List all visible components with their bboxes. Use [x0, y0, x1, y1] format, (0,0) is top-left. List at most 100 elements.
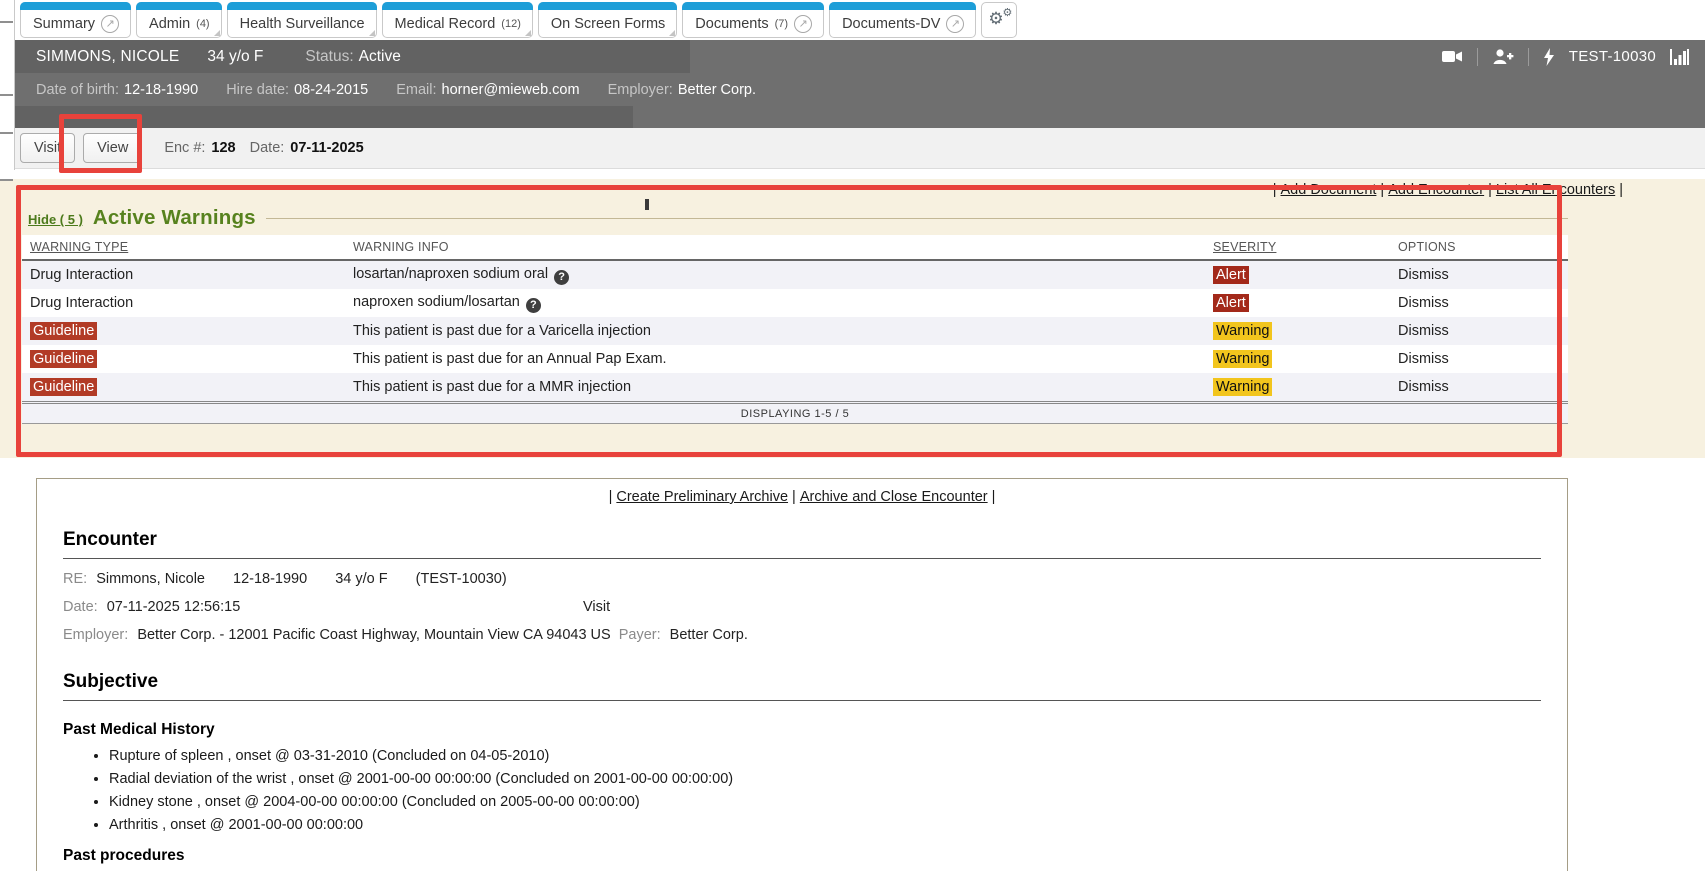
- tab-count-badge: (12): [501, 18, 521, 30]
- tab-label: Documents-DV: [842, 16, 940, 32]
- view-button[interactable]: View: [83, 133, 142, 163]
- dismiss-link[interactable]: Dismiss: [1398, 267, 1449, 283]
- dismiss-link[interactable]: Dismiss: [1398, 351, 1449, 367]
- tab-admin[interactable]: Admin (4): [136, 2, 222, 38]
- pmh-item: Rupture of spleen , onset @ 03-31-2010 (…: [109, 748, 1541, 764]
- active-warnings-panel: Hide ( 5 ) Active Warnings WARNING TYPE …: [22, 200, 1568, 424]
- past-procedures-heading: Past procedures: [63, 847, 1541, 865]
- re-age-sex: 34 y/o F: [335, 571, 387, 587]
- divider: [1528, 48, 1529, 66]
- video-camera-icon[interactable]: [1442, 48, 1463, 65]
- banner-shade: [14, 106, 633, 128]
- warnings-table-header: WARNING TYPE WARNING INFO SEVERITY OPTIO…: [22, 235, 1568, 261]
- help-icon[interactable]: [526, 298, 541, 313]
- separator: |: [1273, 182, 1277, 198]
- payer-label: Payer:: [619, 627, 661, 643]
- past-medical-history-list: Rupture of spleen , onset @ 03-31-2010 (…: [63, 748, 1541, 833]
- severity-badge: Warning: [1213, 350, 1272, 368]
- external-link-icon[interactable]: [101, 15, 119, 33]
- warning-info: This patient is past due for a MMR injec…: [353, 379, 631, 395]
- dismiss-link[interactable]: Dismiss: [1398, 295, 1449, 311]
- archive-and-close-link[interactable]: Archive and Close Encounter: [800, 489, 988, 505]
- warning-type: Drug Interaction: [22, 295, 345, 311]
- hide-warnings-link[interactable]: Hide ( 5 ): [28, 212, 83, 227]
- header-rule: [266, 218, 1568, 219]
- column-warning-info: WARNING INFO: [353, 240, 449, 254]
- left-gutter-line: [14, 0, 15, 170]
- column-severity[interactable]: SEVERITY: [1213, 240, 1276, 254]
- visit-type: Visit: [583, 599, 610, 615]
- re-dob: 12-18-1990: [233, 571, 307, 587]
- demographic-field: Email:horner@mieweb.com: [396, 82, 579, 98]
- spacer: [0, 169, 1705, 179]
- employer-value: Better Corp. - 12001 Pacific Coast Highw…: [137, 627, 610, 643]
- warning-type-badge: Guideline: [30, 378, 97, 396]
- gutter-tick: [0, 179, 13, 181]
- warnings-zone: |Add Document|Add Encounter|List All Enc…: [0, 179, 1705, 458]
- column-warning-type[interactable]: WARNING TYPE: [30, 240, 128, 254]
- external-link-icon[interactable]: [946, 15, 964, 33]
- demographic-field: Hire date:08-24-2015: [226, 82, 368, 98]
- external-link-icon[interactable]: [794, 15, 812, 33]
- tab-count-badge: (7): [775, 18, 788, 30]
- tab-documents[interactable]: Documents (7): [682, 2, 824, 38]
- lightning-icon[interactable]: [1543, 48, 1555, 66]
- pmh-item: Kidney stone , onset @ 2004-00-00 00:00:…: [109, 794, 1541, 810]
- demographic-field: Employer:Better Corp.: [608, 82, 756, 98]
- tab-label: Admin: [149, 16, 190, 32]
- gutter-tick: [0, 21, 13, 23]
- tab-label: Documents: [695, 16, 768, 32]
- patient-id: TEST-10030: [1569, 48, 1656, 65]
- tab-on-screen-forms[interactable]: On Screen Forms: [538, 2, 677, 38]
- create-preliminary-archive-link[interactable]: Create Preliminary Archive: [616, 489, 788, 505]
- severity-badge: Alert: [1213, 294, 1249, 312]
- warning-row: Drug Interaction losartan/naproxen sodiu…: [22, 261, 1568, 289]
- encounter-datetime: 07-11-2025 12:56:15: [107, 599, 241, 615]
- employer-label: Employer:: [63, 627, 128, 643]
- warnings-table: WARNING TYPE WARNING INFO SEVERITY OPTIO…: [22, 235, 1568, 424]
- warning-row: Guideline This patient is past due for a…: [22, 373, 1568, 401]
- table-paging-status: DISPLAYING 1-5 / 5: [22, 401, 1568, 424]
- encounter-action-links: |Add Document|Add Encounter|List All Enc…: [0, 179, 1705, 198]
- tab-documents-dv[interactable]: Documents-DV: [829, 2, 976, 38]
- chart-tab-bar: Summary Admin (4) Health Surveillance Me…: [14, 0, 1705, 40]
- dismiss-link[interactable]: Dismiss: [1398, 323, 1449, 339]
- encounter-document-panel: |Create Preliminary Archive|Archive and …: [36, 478, 1568, 871]
- patient-age-sex: 34 y/o F: [207, 48, 263, 66]
- tab-medical-record[interactable]: Medical Record (12): [382, 2, 533, 38]
- gutter-tick: [0, 132, 13, 134]
- warning-info: naproxen sodium/losartan: [353, 294, 520, 310]
- help-icon[interactable]: [554, 270, 569, 285]
- separator: |: [792, 489, 796, 505]
- active-warnings-title: Active Warnings: [93, 206, 256, 230]
- divider: [63, 558, 1541, 559]
- warning-type-badge: Guideline: [30, 322, 97, 340]
- separator: |: [609, 489, 613, 505]
- add-patient-icon[interactable]: [1492, 48, 1514, 65]
- tab-label: Medical Record: [395, 16, 496, 32]
- tab-summary[interactable]: Summary: [20, 2, 131, 38]
- warning-info: This patient is past due for a Varicella…: [353, 323, 651, 339]
- active-warnings-header: Hide ( 5 ) Active Warnings: [22, 200, 1568, 235]
- gears-icon[interactable]: [981, 2, 1017, 38]
- warning-row: Guideline This patient is past due for a…: [22, 345, 1568, 373]
- separator: |: [1380, 182, 1384, 198]
- patient-demographics-row: Date of birth:12-18-1990 Hire date:08-24…: [14, 73, 1705, 106]
- encounter-heading: Encounter: [63, 529, 1541, 551]
- add-document-link[interactable]: Add Document: [1281, 182, 1377, 198]
- tab-label: Summary: [33, 16, 95, 32]
- tab-health-surveillance[interactable]: Health Surveillance: [227, 2, 377, 38]
- list-all-encounters-link[interactable]: List All Encounters: [1496, 182, 1615, 198]
- bar-chart-icon[interactable]: [1670, 49, 1689, 65]
- severity-badge: Warning: [1213, 378, 1272, 396]
- banner-icon-group: TEST-10030: [1442, 40, 1689, 73]
- visit-button[interactable]: Visit: [20, 133, 75, 163]
- separator: |: [1619, 182, 1623, 198]
- column-options: OPTIONS: [1398, 240, 1456, 254]
- warning-row: Guideline This patient is past due for a…: [22, 317, 1568, 345]
- separator: |: [1488, 182, 1492, 198]
- dismiss-link[interactable]: Dismiss: [1398, 379, 1449, 395]
- add-encounter-link[interactable]: Add Encounter: [1388, 182, 1484, 198]
- encounter-toolbar: Visit View Enc #: 128 Date: 07-11-2025: [14, 128, 1705, 169]
- severity-badge: Alert: [1213, 266, 1249, 284]
